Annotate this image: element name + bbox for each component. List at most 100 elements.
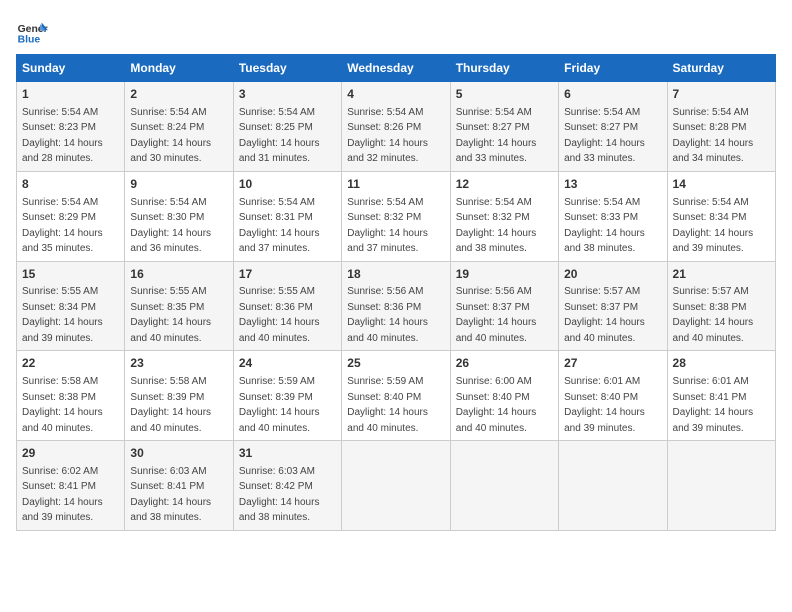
day-number: 4 (347, 86, 444, 103)
day-info: Sunrise: 5:54 AMSunset: 8:30 PMDaylight:… (130, 197, 211, 255)
day-number: 18 (347, 266, 444, 283)
col-header-monday: Monday (125, 55, 233, 82)
day-number: 10 (239, 176, 336, 193)
col-header-wednesday: Wednesday (342, 55, 450, 82)
calendar-cell (667, 441, 775, 531)
calendar-cell: 22Sunrise: 5:58 AMSunset: 8:38 PMDayligh… (17, 351, 125, 441)
day-number: 1 (22, 86, 119, 103)
calendar-cell: 12Sunrise: 5:54 AMSunset: 8:32 PMDayligh… (450, 171, 558, 261)
day-info: Sunrise: 5:57 AMSunset: 8:37 PMDaylight:… (564, 286, 645, 344)
svg-text:Blue: Blue (18, 34, 41, 45)
calendar-cell: 28 Sunrise: 6:01 AMSunset: 8:41 PMDayligh… (667, 351, 775, 441)
day-number: 11 (347, 176, 444, 193)
calendar-cell: 27Sunrise: 6:01 AMSunset: 8:40 PMDayligh… (559, 351, 667, 441)
col-header-tuesday: Tuesday (233, 55, 341, 82)
day-info: Sunrise: 5:55 AMSunset: 8:36 PMDaylight:… (239, 286, 320, 344)
day-info: Sunrise: 5:55 AMSunset: 8:35 PMDaylight:… (130, 286, 211, 344)
header: General Blue (16, 16, 776, 48)
calendar-cell: 31 Sunrise: 6:03 AMSunset: 8:42 PMDayligh… (233, 441, 341, 531)
calendar-cell: 19Sunrise: 5:56 AMSunset: 8:37 PMDayligh… (450, 261, 558, 351)
day-number: 6 (564, 86, 661, 103)
day-number: 27 (564, 355, 661, 372)
day-info: Sunrise: 5:59 AMSunset: 8:39 PMDaylight:… (239, 376, 320, 434)
calendar-cell: 24Sunrise: 5:59 AMSunset: 8:39 PMDayligh… (233, 351, 341, 441)
day-number: 17 (239, 266, 336, 283)
day-info: Sunrise: 5:54 AMSunset: 8:33 PMDaylight:… (564, 197, 645, 255)
day-number: 28 (673, 355, 770, 372)
day-number: 3 (239, 86, 336, 103)
day-info: Sunrise: 5:55 AMSunset: 8:34 PMDaylight:… (22, 286, 103, 344)
day-number: 12 (456, 176, 553, 193)
day-number: 15 (22, 266, 119, 283)
day-info: Sunrise: 6:01 AMSunset: 8:41 PMDaylight:… (673, 376, 754, 434)
day-number: 7 (673, 86, 770, 103)
week-row-4: 29 Sunrise: 6:02 AMSunset: 8:41 PMDayligh… (17, 441, 776, 531)
day-info: Sunrise: 6:03 AMSunset: 8:42 PMDaylight:… (239, 466, 320, 524)
week-row-3: 22Sunrise: 5:58 AMSunset: 8:38 PMDayligh… (17, 351, 776, 441)
day-number: 9 (130, 176, 227, 193)
calendar-cell: 25 Sunrise: 5:59 AMSunset: 8:40 PMDayligh… (342, 351, 450, 441)
day-number: 14 (673, 176, 770, 193)
day-number: 26 (456, 355, 553, 372)
calendar-cell: 30 Sunrise: 6:03 AMSunset: 8:41 PMDayligh… (125, 441, 233, 531)
day-number: 20 (564, 266, 661, 283)
day-number: 16 (130, 266, 227, 283)
col-header-thursday: Thursday (450, 55, 558, 82)
col-header-saturday: Saturday (667, 55, 775, 82)
calendar-cell: 9 Sunrise: 5:54 AMSunset: 8:30 PMDaylight… (125, 171, 233, 261)
day-info: Sunrise: 5:54 AMSunset: 8:31 PMDaylight:… (239, 197, 320, 255)
day-info: Sunrise: 5:54 AMSunset: 8:27 PMDaylight:… (456, 107, 537, 165)
day-info: Sunrise: 6:02 AMSunset: 8:41 PMDaylight:… (22, 466, 103, 524)
calendar-cell (450, 441, 558, 531)
calendar-cell (342, 441, 450, 531)
calendar-cell: 18 Sunrise: 5:56 AMSunset: 8:36 PMDayligh… (342, 261, 450, 351)
day-info: Sunrise: 6:03 AMSunset: 8:41 PMDaylight:… (130, 466, 211, 524)
logo: General Blue (16, 16, 52, 48)
calendar-cell: 29 Sunrise: 6:02 AMSunset: 8:41 PMDayligh… (17, 441, 125, 531)
day-number: 13 (564, 176, 661, 193)
day-info: Sunrise: 5:56 AMSunset: 8:36 PMDaylight:… (347, 286, 428, 344)
day-info: Sunrise: 5:54 AMSunset: 8:25 PMDaylight:… (239, 107, 320, 165)
day-number: 21 (673, 266, 770, 283)
header-row: SundayMondayTuesdayWednesdayThursdayFrid… (17, 55, 776, 82)
day-info: Sunrise: 5:54 AMSunset: 8:34 PMDaylight:… (673, 197, 754, 255)
day-number: 8 (22, 176, 119, 193)
calendar-cell: 10 Sunrise: 5:54 AMSunset: 8:31 PMDayligh… (233, 171, 341, 261)
week-row-2: 15 Sunrise: 5:55 AMSunset: 8:34 PMDayligh… (17, 261, 776, 351)
day-info: Sunrise: 5:54 AMSunset: 8:29 PMDaylight:… (22, 197, 103, 255)
day-number: 25 (347, 355, 444, 372)
week-row-0: 1 Sunrise: 5:54 AMSunset: 8:23 PMDaylight… (17, 82, 776, 172)
calendar-table: SundayMondayTuesdayWednesdayThursdayFrid… (16, 54, 776, 531)
week-row-1: 8 Sunrise: 5:54 AMSunset: 8:29 PMDaylight… (17, 171, 776, 261)
day-number: 22 (22, 355, 119, 372)
calendar-cell: 23Sunrise: 5:58 AMSunset: 8:39 PMDayligh… (125, 351, 233, 441)
day-info: Sunrise: 5:58 AMSunset: 8:39 PMDaylight:… (130, 376, 211, 434)
calendar-cell: 6 Sunrise: 5:54 AMSunset: 8:27 PMDaylight… (559, 82, 667, 172)
calendar-cell: 14 Sunrise: 5:54 AMSunset: 8:34 PMDayligh… (667, 171, 775, 261)
day-info: Sunrise: 5:54 AMSunset: 8:27 PMDaylight:… (564, 107, 645, 165)
calendar-cell: 21 Sunrise: 5:57 AMSunset: 8:38 PMDayligh… (667, 261, 775, 351)
col-header-sunday: Sunday (17, 55, 125, 82)
day-info: Sunrise: 5:54 AMSunset: 8:23 PMDaylight:… (22, 107, 103, 165)
calendar-cell: 2 Sunrise: 5:54 AMSunset: 8:24 PMDaylight… (125, 82, 233, 172)
calendar-cell: 11 Sunrise: 5:54 AMSunset: 8:32 PMDayligh… (342, 171, 450, 261)
day-number: 29 (22, 445, 119, 462)
day-info: Sunrise: 5:54 AMSunset: 8:26 PMDaylight:… (347, 107, 428, 165)
col-header-friday: Friday (559, 55, 667, 82)
calendar-cell: 13 Sunrise: 5:54 AMSunset: 8:33 PMDayligh… (559, 171, 667, 261)
calendar-cell: 17 Sunrise: 5:55 AMSunset: 8:36 PMDayligh… (233, 261, 341, 351)
day-info: Sunrise: 5:54 AMSunset: 8:28 PMDaylight:… (673, 107, 754, 165)
day-info: Sunrise: 5:54 AMSunset: 8:24 PMDaylight:… (130, 107, 211, 165)
day-number: 2 (130, 86, 227, 103)
day-number: 5 (456, 86, 553, 103)
calendar-cell (559, 441, 667, 531)
calendar-cell: 1 Sunrise: 5:54 AMSunset: 8:23 PMDaylight… (17, 82, 125, 172)
day-info: Sunrise: 5:54 AMSunset: 8:32 PMDaylight:… (347, 197, 428, 255)
day-number: 30 (130, 445, 227, 462)
day-info: Sunrise: 5:59 AMSunset: 8:40 PMDaylight:… (347, 376, 428, 434)
day-info: Sunrise: 5:57 AMSunset: 8:38 PMDaylight:… (673, 286, 754, 344)
day-number: 31 (239, 445, 336, 462)
calendar-cell: 8 Sunrise: 5:54 AMSunset: 8:29 PMDaylight… (17, 171, 125, 261)
day-info: Sunrise: 6:00 AMSunset: 8:40 PMDaylight:… (456, 376, 537, 434)
calendar-cell: 7 Sunrise: 5:54 AMSunset: 8:28 PMDaylight… (667, 82, 775, 172)
